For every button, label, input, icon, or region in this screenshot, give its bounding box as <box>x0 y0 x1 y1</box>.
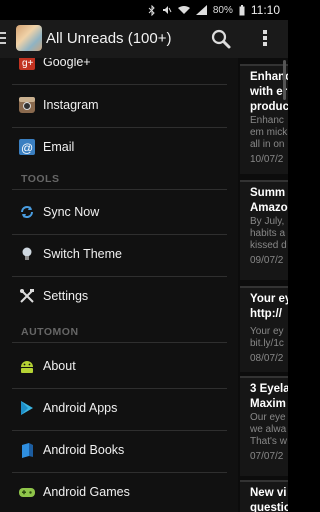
article-card[interactable]: New vi questio <box>240 480 288 512</box>
divider <box>12 189 227 190</box>
drawer-item-label: Android Apps <box>43 401 118 415</box>
article-snippet: we alwa <box>250 424 287 435</box>
drawer-item-settings[interactable]: Settings <box>0 276 238 318</box>
drawer-item-instagram[interactable]: Instagram <box>0 85 238 127</box>
drawer-item-switch-theme[interactable]: Switch Theme <box>0 234 238 276</box>
app-logo[interactable] <box>16 25 42 51</box>
article-title-line: produc <box>250 101 288 113</box>
battery-percent: 80% <box>212 4 233 16</box>
google-plus-icon: g+ <box>19 58 35 70</box>
article-date: 08/07/2 <box>250 353 284 364</box>
article-date: 09/07/2 <box>250 255 284 266</box>
settings-icon <box>20 289 34 303</box>
drawer-item-label: About <box>43 359 76 373</box>
drawer-item-android-games[interactable]: Android Games <box>0 472 238 512</box>
article-card[interactable]: 3 Eyela Maxim Our eye we alwa That's w 0… <box>240 376 288 476</box>
drawer-item-about[interactable]: About <box>0 346 238 388</box>
drawer-item-label: Settings <box>43 289 89 303</box>
article-snippet: all in on <box>250 139 285 150</box>
article-title-line: Amazo <box>250 202 288 214</box>
svg-text:g+: g+ <box>22 58 34 69</box>
article-list: Enhanc with er produc Enhanc em mick all… <box>238 58 288 512</box>
article-title-line: http:// <box>250 308 282 320</box>
drawer-item-label: Android Books <box>43 443 125 457</box>
mute-icon <box>162 6 172 14</box>
drawer-item-label: Instagram <box>43 98 99 112</box>
page-title: All Unreads (100+) <box>46 30 172 47</box>
wifi-icon <box>177 6 190 14</box>
drawer-item-label: Switch Theme <box>43 247 122 261</box>
lightbulb-icon <box>22 247 32 260</box>
drawer-item-android-apps[interactable]: Android Apps <box>0 388 238 430</box>
article-snippet: bit.ly/1c <box>250 338 284 349</box>
article-title-line: Enhanc <box>250 71 288 83</box>
search-icon[interactable] <box>210 28 232 50</box>
bluetooth-icon <box>148 4 155 16</box>
battery-icon <box>239 4 245 15</box>
drawer-item-sync-now[interactable]: Sync Now <box>0 192 238 234</box>
article-title-line: 3 Eyela <box>250 383 288 395</box>
article-snippet: Our eye <box>250 412 286 423</box>
drawer-item-label: Android Games <box>43 485 130 499</box>
signal-icon <box>195 5 207 15</box>
status-time: 11:10 <box>250 3 280 17</box>
drawer-item-label: Sync Now <box>43 205 100 219</box>
article-snippet: By July, <box>250 216 285 227</box>
article-snippet: em mick <box>250 127 288 138</box>
article-date: 07/07/2 <box>250 451 284 462</box>
drawer-item-label: Google+ <box>43 58 91 69</box>
article-title-line: Maxim <box>250 398 286 410</box>
drawer-item-label: Email <box>43 140 75 154</box>
navigation-drawer: g+ Google+ Instagram @ Email TOOLS Sync … <box>0 58 238 512</box>
drawer-item-google-plus[interactable]: g+ Google+ <box>0 58 238 84</box>
action-bar: All Unreads (100+) <box>0 20 288 59</box>
article-snippet: Enhanc <box>250 115 284 126</box>
books-icon <box>22 443 33 458</box>
scrollbar[interactable] <box>283 60 286 100</box>
drawer-toggle-icon[interactable] <box>0 32 6 46</box>
article-snippet: habits a <box>250 228 286 239</box>
instagram-icon <box>19 97 35 113</box>
section-header-automon: AUTOMON <box>21 326 79 338</box>
article-snippet: Your ey <box>250 326 284 337</box>
svg-text:@: @ <box>21 141 33 155</box>
email-icon: @ <box>19 139 35 155</box>
article-card[interactable]: Your ey http:// Your ey bit.ly/1c 08/07/… <box>240 286 288 372</box>
section-header-tools: TOOLS <box>21 173 60 185</box>
article-title-line: with er <box>250 86 288 98</box>
article-snippet: kissed d <box>250 240 287 251</box>
article-card[interactable]: Summ Amazo By July, habits a kissed d 09… <box>240 180 288 280</box>
article-title-line: Summ <box>250 187 286 199</box>
drawer-item-email[interactable]: @ Email <box>0 127 238 169</box>
article-title-line: New vi <box>250 487 287 499</box>
status-bar: 80% 11:10 <box>0 0 288 20</box>
article-date: 10/07/2 <box>250 154 284 165</box>
article-title-line: questio <box>250 502 288 512</box>
article-snippet: That's w <box>250 436 287 447</box>
article-title-line: Your ey <box>250 293 288 305</box>
overflow-menu-icon[interactable] <box>262 29 268 47</box>
gamepad-icon <box>19 488 35 497</box>
divider <box>12 342 227 343</box>
sync-icon <box>21 206 33 218</box>
drawer-item-android-books[interactable]: Android Books <box>0 430 238 472</box>
play-store-icon <box>21 401 33 415</box>
android-icon <box>21 361 33 373</box>
article-card[interactable]: Enhanc with er produc Enhanc em mick all… <box>240 64 288 174</box>
